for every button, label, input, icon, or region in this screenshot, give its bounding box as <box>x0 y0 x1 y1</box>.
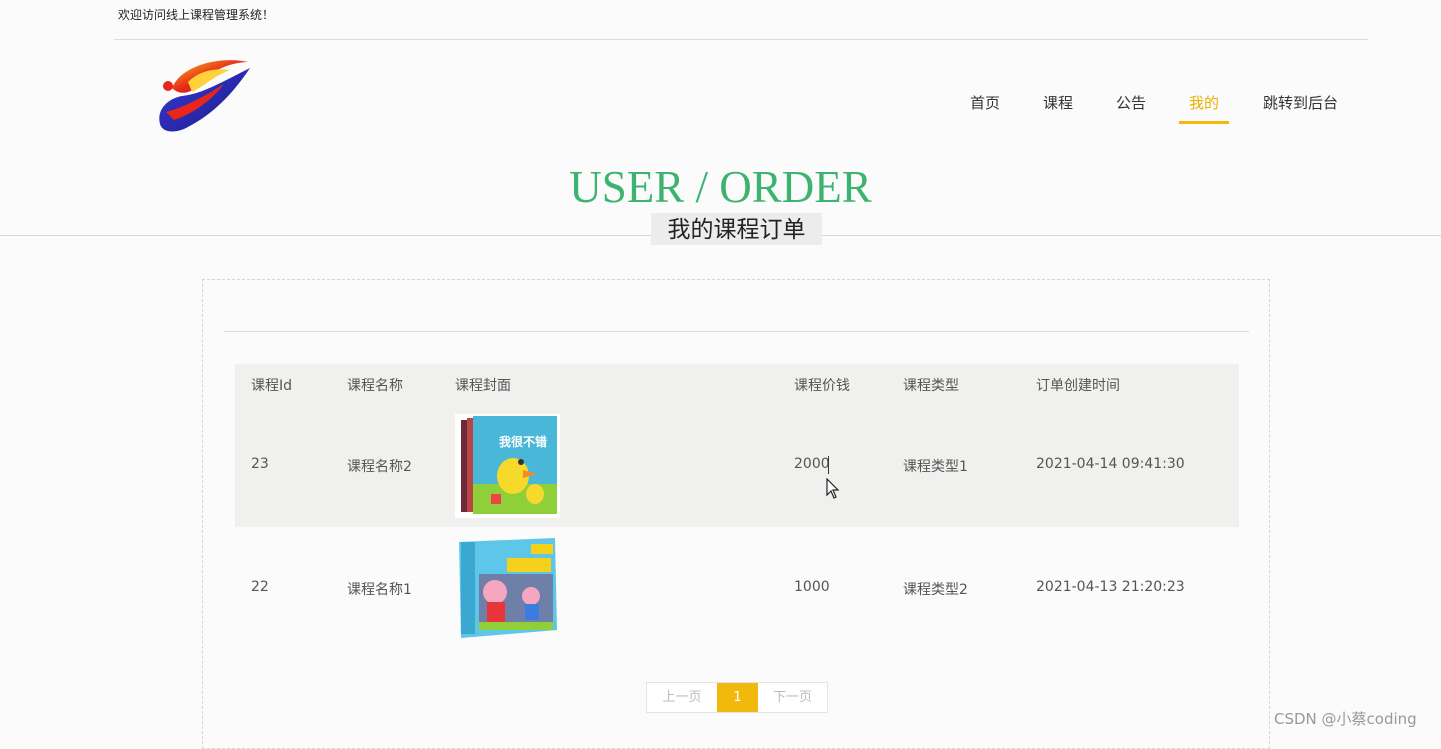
nav-home[interactable]: 首页 <box>970 92 1000 121</box>
orders-table: 课程Id 课程名称 课程封面 课程价钱 课程类型 订单创建时间 23 课程名称2… <box>235 364 1239 650</box>
main-nav: 首页 课程 公告 我的 跳转到后台 <box>0 92 1441 126</box>
nav-courses[interactable]: 课程 <box>1043 92 1073 121</box>
nav-admin[interactable]: 跳转到后台 <box>1263 92 1338 121</box>
nav-mine[interactable]: 我的 <box>1179 92 1230 124</box>
col-course-type: 课程类型 <box>903 378 959 394</box>
nav-announcements[interactable]: 公告 <box>1116 92 1146 121</box>
hero-title: USER / ORDER <box>569 162 872 212</box>
table-row[interactable]: 22 课程名称1 1000 课程类型2 2021-04-13 21:20:23 <box>235 527 1239 650</box>
header-divider <box>114 39 1368 40</box>
cell-course-type: 课程类型1 <box>903 459 968 475</box>
mouse-cursor-icon <box>826 478 840 499</box>
course-cover-peppa-book-icon <box>455 534 560 638</box>
col-order-created: 订单创建时间 <box>1036 378 1120 394</box>
cell-course-name: 课程名称1 <box>347 582 412 598</box>
col-course-name: 课程名称 <box>347 378 403 394</box>
cell-order-created: 2021-04-14 09:41:30 <box>1036 456 1185 472</box>
svg-text:我很不错: 我很不错 <box>499 434 547 449</box>
table-header: 课程Id 课程名称 课程封面 课程价钱 课程类型 订单创建时间 <box>235 364 1239 404</box>
col-course-price: 课程价钱 <box>794 378 850 394</box>
hero-subtitle: 我的课程订单 <box>651 213 822 245</box>
cell-course-price: 2000 <box>794 456 830 472</box>
cell-course-id: 22 <box>251 579 269 595</box>
cell-course-type: 课程类型2 <box>903 582 968 598</box>
welcome-text: 欢迎访问线上课程管理系统！ <box>118 8 275 22</box>
course-cover-duck-book-icon: 我很不错 <box>455 414 560 518</box>
current-page-button[interactable]: 1 <box>717 683 758 712</box>
cell-course-name: 课程名称2 <box>347 459 412 475</box>
col-course-id: 课程Id <box>251 378 293 394</box>
panel-divider <box>224 331 1249 332</box>
cell-course-id: 23 <box>251 456 269 472</box>
table-row[interactable]: 23 课程名称2 我很不错 2000 课程类型1 2021-04-14 09:4… <box>235 404 1239 527</box>
next-page-button[interactable]: 下一页 <box>758 683 827 712</box>
prev-page-button[interactable]: 上一页 <box>647 683 717 712</box>
cell-course-price: 1000 <box>794 579 830 595</box>
col-course-cover: 课程封面 <box>455 378 511 394</box>
cell-order-created: 2021-04-13 21:20:23 <box>1036 579 1185 595</box>
pagination: 上一页 1 下一页 <box>646 682 828 713</box>
watermark: CSDN @小蔡coding <box>1274 710 1417 728</box>
text-caret <box>828 456 829 474</box>
